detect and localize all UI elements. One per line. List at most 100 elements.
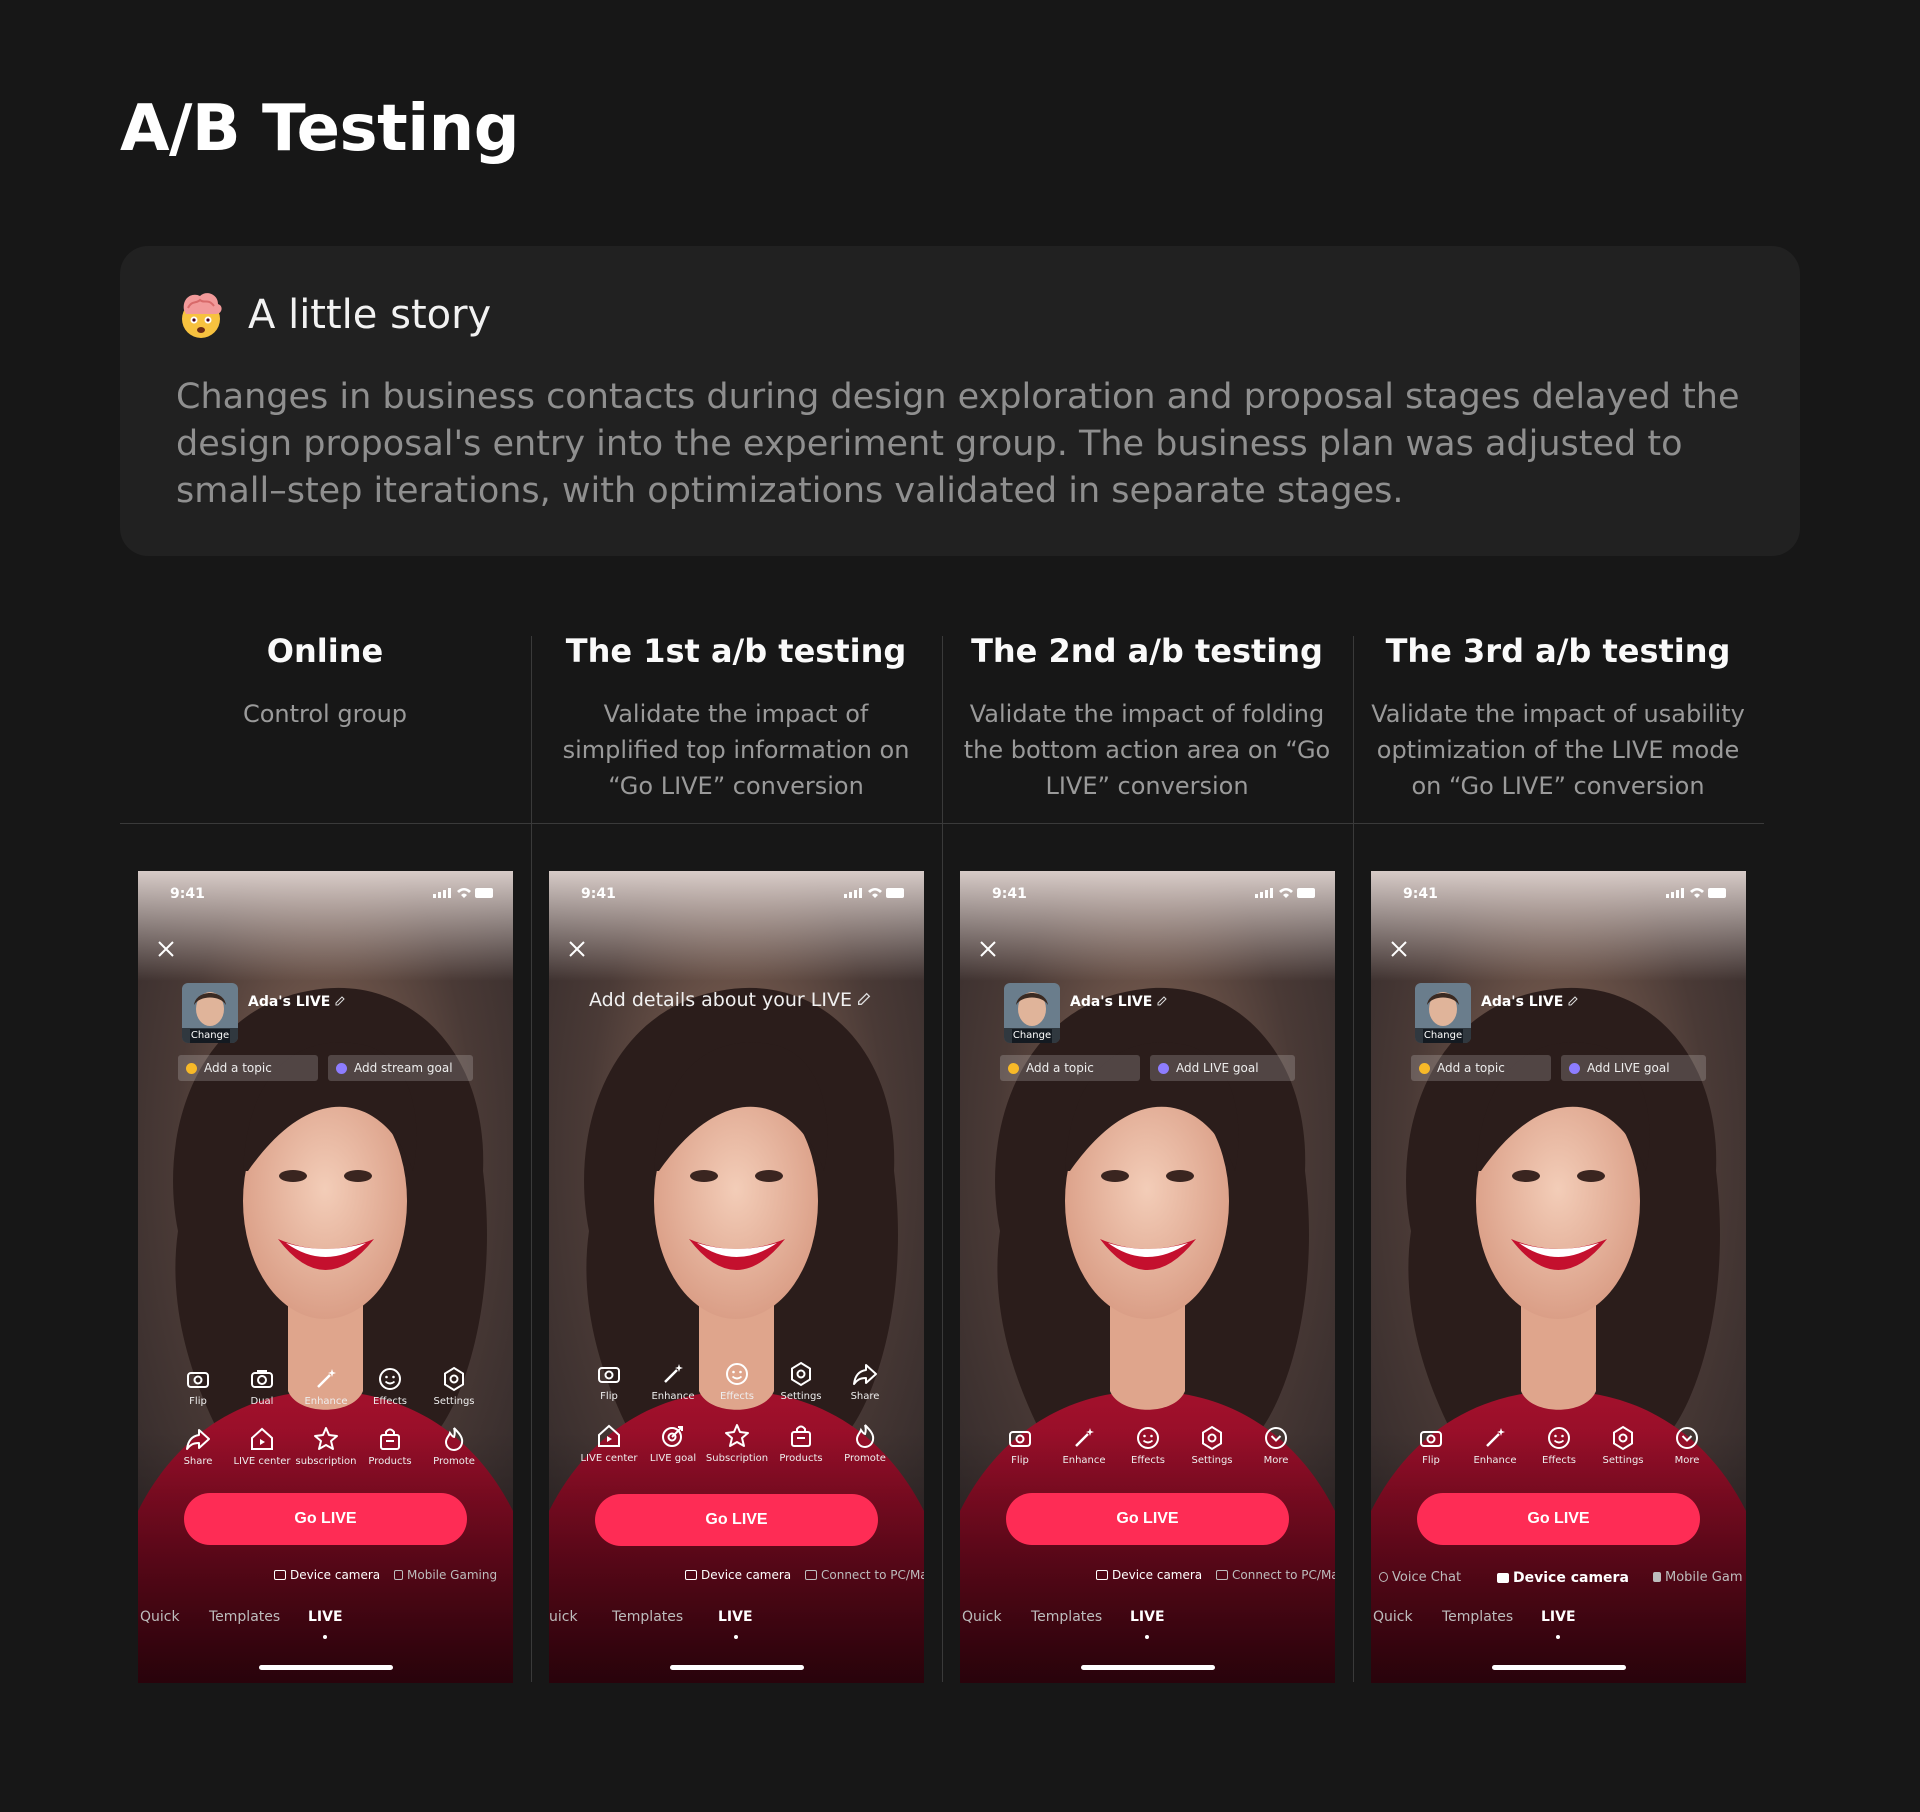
mode-quick[interactable]: Quick	[1373, 1609, 1413, 1625]
dual-button[interactable]: Dual	[230, 1365, 294, 1407]
go-live-button[interactable]: Go LIVE	[595, 1494, 878, 1546]
tool-label: More	[1263, 1455, 1289, 1466]
settings-button[interactable]: Settings	[1591, 1424, 1655, 1466]
device-camera-option[interactable]: Device camera	[685, 1568, 791, 1582]
avatar[interactable]: Change	[1415, 983, 1471, 1043]
flip-button[interactable]: Flip	[577, 1360, 641, 1402]
subscription-star-icon	[314, 1427, 338, 1450]
mode-quick[interactable]: Quick	[140, 1609, 180, 1625]
add-topic-pill[interactable]: Add a topic	[1000, 1055, 1140, 1081]
share-button[interactable]: Share	[166, 1425, 230, 1467]
smiley-effects-icon	[379, 1368, 401, 1390]
promote-button[interactable]: Promote	[422, 1425, 486, 1467]
enhance-button[interactable]: Enhance	[1463, 1424, 1527, 1466]
connect-to-pc-option[interactable]: Connect to PC/Ma	[1216, 1568, 1335, 1582]
mode-live[interactable]: LIVE	[1130, 1609, 1165, 1625]
mode-templates[interactable]: Templates	[1031, 1609, 1102, 1625]
more-button[interactable]: More	[1655, 1424, 1719, 1466]
live-title-text: Ada's LIVE	[248, 994, 331, 1010]
tool-label: Effects	[720, 1391, 754, 1402]
share-button[interactable]: Share	[833, 1360, 897, 1402]
mode-templates[interactable]: Templates	[209, 1609, 280, 1625]
mode-templates[interactable]: Templates	[612, 1609, 683, 1625]
status-time: 9:41	[581, 886, 616, 902]
mode-quick[interactable]: Quick	[962, 1609, 1002, 1625]
page-title: A/B Testing	[120, 92, 520, 166]
close-icon[interactable]	[1389, 939, 1409, 959]
tool-label: Promote	[844, 1453, 886, 1464]
add-live-details[interactable]: Add details about your LIVE	[589, 989, 872, 1011]
mode-live[interactable]: LIVE	[1541, 1609, 1576, 1625]
phone-icon	[394, 1570, 403, 1580]
column-description: Validate the impact of folding the botto…	[963, 700, 1331, 800]
live-center-house-icon	[598, 1424, 620, 1447]
mode-live[interactable]: LIVE	[308, 1609, 343, 1625]
device-camera-option[interactable]: Device camera	[1497, 1570, 1629, 1586]
mobile-gaming-option[interactable]: Mobile Gaming	[394, 1568, 497, 1582]
settings-button[interactable]: Settings	[422, 1365, 486, 1407]
settings-button[interactable]: Settings	[1180, 1424, 1244, 1466]
column-header-2nd: The 2nd a/b testing Validate the impact …	[942, 632, 1352, 804]
products-button[interactable]: Products	[769, 1422, 833, 1464]
flame-promote-icon	[444, 1427, 464, 1452]
goal-icon	[1158, 1063, 1169, 1074]
enhance-button[interactable]: Enhance	[294, 1365, 358, 1407]
go-live-button[interactable]: Go LIVE	[1006, 1493, 1289, 1545]
more-button[interactable]: More	[1244, 1424, 1308, 1466]
mode-quick[interactable]: uick	[549, 1609, 578, 1625]
subscription-button[interactable]: Subscription	[705, 1422, 769, 1464]
close-icon[interactable]	[567, 939, 587, 959]
add-goal-pill[interactable]: Add stream goal	[328, 1055, 473, 1081]
source-label: Device camera	[701, 1568, 792, 1582]
add-topic-pill[interactable]: Add a topic	[1411, 1055, 1551, 1081]
mode-live[interactable]: LIVE	[718, 1609, 753, 1625]
effects-button[interactable]: Effects	[358, 1365, 422, 1407]
home-indicator	[1081, 1665, 1215, 1670]
connect-to-pc-option[interactable]: Connect to PC/Ma	[805, 1568, 924, 1582]
device-camera-option[interactable]: Device camera	[1096, 1568, 1202, 1582]
close-icon[interactable]	[156, 939, 176, 959]
enhance-button[interactable]: Enhance	[1052, 1424, 1116, 1466]
subscription-button[interactable]: subscription	[294, 1425, 358, 1467]
flip-button[interactable]: Flip	[988, 1424, 1052, 1466]
smiley-effects-icon	[1137, 1427, 1159, 1449]
effects-button[interactable]: Effects	[1116, 1424, 1180, 1466]
gear-icon	[791, 1361, 811, 1387]
promote-button[interactable]: Promote	[833, 1422, 897, 1464]
settings-button[interactable]: Settings	[769, 1360, 833, 1402]
flip-button[interactable]: Flip	[166, 1365, 230, 1407]
avatar[interactable]: Change	[1004, 983, 1060, 1043]
effects-button[interactable]: Effects	[1527, 1424, 1591, 1466]
close-icon[interactable]	[978, 939, 998, 959]
voice-chat-option[interactable]: Voice Chat	[1379, 1570, 1461, 1585]
enhance-button[interactable]: Enhance	[641, 1360, 705, 1402]
go-live-button[interactable]: Go LIVE	[1417, 1493, 1700, 1545]
add-goal-pill[interactable]: Add LIVE goal	[1150, 1055, 1295, 1081]
live-center-button[interactable]: LIVE center	[577, 1422, 641, 1464]
tool-label: Settings	[433, 1396, 475, 1407]
effects-button[interactable]: Effects	[705, 1360, 769, 1402]
live-title[interactable]: Ada's LIVE	[248, 994, 346, 1010]
mobile-gaming-option[interactable]: Mobile Gam	[1653, 1570, 1742, 1585]
device-camera-option[interactable]: Device camera	[274, 1568, 380, 1582]
add-goal-label: Add stream goal	[354, 1061, 453, 1075]
column-description: Validate the impact of simplified top in…	[562, 700, 910, 800]
live-title[interactable]: Ada's LIVE	[1481, 994, 1579, 1010]
topic-icon	[186, 1063, 197, 1074]
column-header-3rd: The 3rd a/b testing Validate the impact …	[1353, 632, 1763, 804]
status-time: 9:41	[1403, 886, 1438, 902]
source-label: Voice Chat	[1392, 1570, 1462, 1585]
tool-label: Products	[368, 1456, 412, 1467]
active-mode-dot	[323, 1635, 327, 1639]
live-title[interactable]: Ada's LIVE	[1070, 994, 1168, 1010]
add-goal-pill[interactable]: Add LIVE goal	[1561, 1055, 1706, 1081]
live-goal-button[interactable]: LIVE goal	[641, 1422, 705, 1464]
column-divider	[942, 636, 943, 1682]
go-live-button[interactable]: Go LIVE	[184, 1493, 467, 1545]
add-topic-pill[interactable]: Add a topic	[178, 1055, 318, 1081]
products-button[interactable]: Products	[358, 1425, 422, 1467]
live-center-button[interactable]: LIVE center	[230, 1425, 294, 1467]
avatar[interactable]: Change	[182, 983, 238, 1043]
mode-templates[interactable]: Templates	[1442, 1609, 1513, 1625]
flip-button[interactable]: Flip	[1399, 1424, 1463, 1466]
